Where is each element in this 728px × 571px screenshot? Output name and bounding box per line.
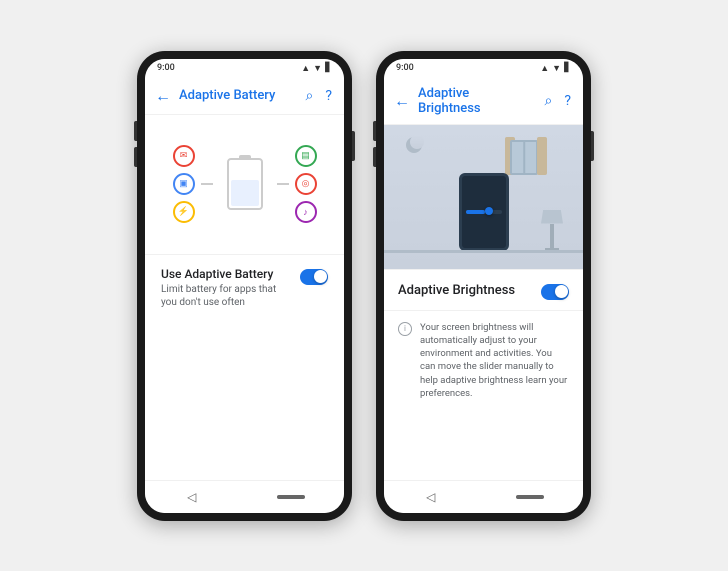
phone-adaptive-battery: 9:00 ▲ ▼ ▋ ← Adaptive Battery ⌕ ? ✉ ▣ ⚡ xyxy=(137,51,352,521)
volume-up-button-2 xyxy=(373,121,376,141)
bottom-nav: ◁ xyxy=(145,480,344,513)
back-nav-icon-2[interactable]: ◁ xyxy=(423,489,439,505)
app-icon-1: ✉ xyxy=(173,145,195,167)
shelf xyxy=(384,250,583,253)
settings-section: Use Adaptive Battery Limit battery for a… xyxy=(145,255,344,321)
battery-icon-2: ▋ xyxy=(564,63,571,73)
status-icons-2: ▲ ▼ ▋ xyxy=(540,63,571,74)
back-button[interactable]: ← xyxy=(155,86,171,106)
content-area: Use Adaptive Battery Limit battery for a… xyxy=(145,255,344,480)
battery-illustration: ✉ ▣ ⚡ ▤ ◎ ♪ xyxy=(145,115,344,255)
app-icon-4: ▤ xyxy=(295,145,317,167)
home-nav-pill[interactable] xyxy=(277,495,305,499)
power-button xyxy=(352,131,355,161)
search-button-2[interactable]: ⌕ xyxy=(543,91,555,111)
volume-down-button xyxy=(134,147,137,167)
brightness-header-row: Adaptive Brightness xyxy=(384,270,583,311)
battery-center xyxy=(227,158,263,210)
phone-adaptive-brightness: 9:00 ▲ ▼ ▋ ← Adaptive Brightness ⌕ ? xyxy=(376,51,591,521)
scene-phone-screen xyxy=(462,176,506,248)
time-label: 9:00 xyxy=(157,63,175,73)
setting-title: Use Adaptive Battery xyxy=(161,267,292,281)
moon-icon xyxy=(406,137,422,153)
content-area-2: Adaptive Brightness i Your screen bright… xyxy=(384,270,583,480)
app-icon-3: ⚡ xyxy=(173,201,195,223)
back-button-2[interactable]: ← xyxy=(394,91,410,111)
signal-icon-2: ▲ xyxy=(540,63,549,74)
app-icon-2: ▣ xyxy=(173,173,195,195)
time-label-2: 9:00 xyxy=(396,63,414,73)
battery-fill xyxy=(231,180,259,206)
status-bar-2: 9:00 ▲ ▼ ▋ xyxy=(384,59,583,78)
connector-right xyxy=(277,183,289,185)
brightness-illustration xyxy=(384,125,583,270)
wifi-icon-2: ▼ xyxy=(552,63,561,74)
home-nav-pill-2[interactable] xyxy=(516,495,544,499)
right-icon-group: ▤ ◎ ♪ xyxy=(295,145,317,223)
volume-up-button xyxy=(134,121,137,141)
battery-body xyxy=(227,158,263,210)
app-icon-6: ♪ xyxy=(295,201,317,223)
help-button[interactable]: ? xyxy=(323,86,334,106)
battery-diagram: ✉ ▣ ⚡ ▤ ◎ ♪ xyxy=(173,145,317,223)
left-icon-group: ✉ ▣ ⚡ xyxy=(173,145,195,223)
info-row: i Your screen brightness will automatica… xyxy=(384,311,583,411)
brightness-slider-mini xyxy=(466,210,502,214)
signal-icon: ▲ xyxy=(301,63,310,74)
status-bar: 9:00 ▲ ▼ ▋ xyxy=(145,59,344,78)
connector-left xyxy=(201,183,213,185)
curtain-right xyxy=(537,137,547,175)
lamp-base xyxy=(550,224,554,248)
info-text: Your screen brightness will automaticall… xyxy=(420,321,569,401)
setting-subtitle: Limit battery for apps that you don't us… xyxy=(161,283,292,309)
status-icons: ▲ ▼ ▋ xyxy=(301,63,332,74)
adaptive-battery-toggle[interactable] xyxy=(300,269,328,285)
window xyxy=(510,140,538,175)
app-bar-2: ← Adaptive Brightness ⌕ ? xyxy=(384,78,583,125)
wifi-icon: ▼ xyxy=(313,63,322,74)
scene-phone xyxy=(459,173,509,251)
room-scene xyxy=(384,125,583,269)
adaptive-brightness-toggle[interactable] xyxy=(541,284,569,300)
app-bar: ← Adaptive Battery ⌕ ? xyxy=(145,78,344,115)
setting-text: Use Adaptive Battery Limit battery for a… xyxy=(161,267,292,309)
app-icon-5: ◎ xyxy=(295,173,317,195)
screen-title: Adaptive Battery xyxy=(179,88,296,103)
help-button-2[interactable]: ? xyxy=(562,91,573,111)
adaptive-battery-setting-row: Use Adaptive Battery Limit battery for a… xyxy=(161,267,328,309)
battery-icon: ▋ xyxy=(325,63,332,73)
volume-down-button-2 xyxy=(373,147,376,167)
power-button-2 xyxy=(591,131,594,161)
lamp xyxy=(541,210,563,251)
search-button[interactable]: ⌕ xyxy=(304,86,316,106)
info-icon: i xyxy=(398,322,412,336)
screen-title-2: Adaptive Brightness xyxy=(418,86,535,116)
lamp-shade xyxy=(541,210,563,224)
back-nav-icon[interactable]: ◁ xyxy=(184,489,200,505)
bottom-nav-2: ◁ xyxy=(384,480,583,513)
brightness-setting-title: Adaptive Brightness xyxy=(398,283,515,298)
